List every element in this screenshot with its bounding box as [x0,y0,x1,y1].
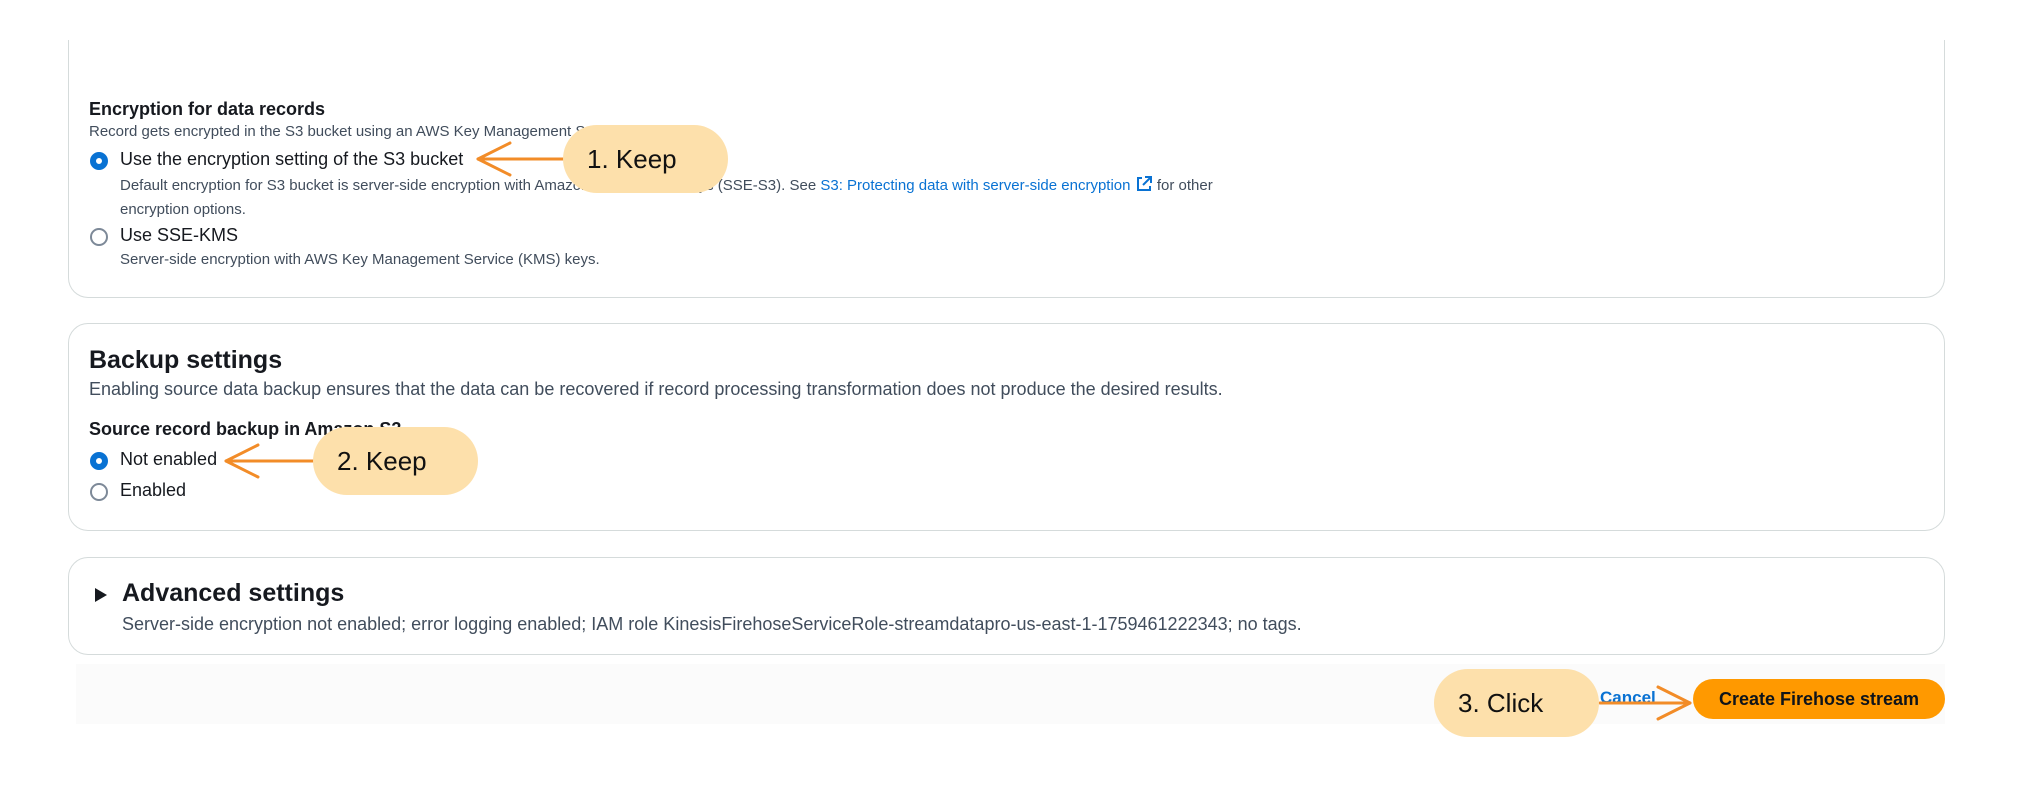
callout-step3: 3. Click [1434,669,1599,737]
annotation-arrows [224,141,1692,721]
arrow-step1 [476,141,567,177]
callout-step1: 1. Keep [563,125,728,193]
callout-step2: 2. Keep [313,427,478,495]
arrow-step2 [224,443,317,479]
arrow-step3 [1598,685,1692,721]
